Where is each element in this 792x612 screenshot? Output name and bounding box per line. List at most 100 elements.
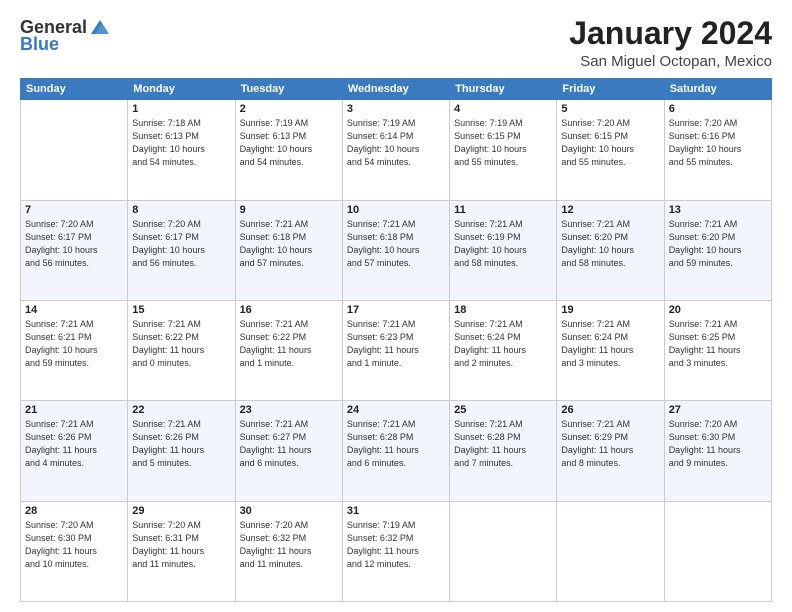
day-number: 3 xyxy=(347,103,445,115)
day-info: Sunrise: 7:21 AMSunset: 6:28 PMDaylight:… xyxy=(454,418,552,470)
day-info: Sunrise: 7:21 AMSunset: 6:18 PMDaylight:… xyxy=(347,218,445,270)
table-cell: 18 Sunrise: 7:21 AMSunset: 6:24 PMDayligh… xyxy=(450,300,557,400)
day-number: 31 xyxy=(347,505,445,517)
table-cell: 4 Sunrise: 7:19 AMSunset: 6:15 PMDaylight… xyxy=(450,100,557,200)
table-cell: 9Sunrise: 7:21 AMSunset: 6:18 PMDaylight… xyxy=(235,200,342,300)
day-info: Sunrise: 7:21 AMSunset: 6:20 PMDaylight:… xyxy=(669,218,767,270)
day-info: Sunrise: 7:20 AMSunset: 6:16 PMDaylight:… xyxy=(669,117,767,169)
table-cell xyxy=(21,100,128,200)
day-info: Sunrise: 7:21 AMSunset: 6:26 PMDaylight:… xyxy=(25,418,123,470)
day-info: Sunrise: 7:20 AMSunset: 6:30 PMDaylight:… xyxy=(669,418,767,470)
day-number: 15 xyxy=(132,304,230,316)
day-number: 8 xyxy=(132,204,230,216)
table-cell: 2 Sunrise: 7:19 AMSunset: 6:13 PMDaylight… xyxy=(235,100,342,200)
day-number: 26 xyxy=(561,404,659,416)
day-info: Sunrise: 7:19 AMSunset: 6:13 PMDaylight:… xyxy=(240,117,338,169)
day-info: Sunrise: 7:19 AMSunset: 6:14 PMDaylight:… xyxy=(347,117,445,169)
table-cell: 23 Sunrise: 7:21 AMSunset: 6:27 PMDayligh… xyxy=(235,401,342,501)
day-number: 25 xyxy=(454,404,552,416)
table-cell: 5 Sunrise: 7:20 AMSunset: 6:15 PMDaylight… xyxy=(557,100,664,200)
day-number: 1 xyxy=(132,103,230,115)
title-area: January 2024 San Miguel Octopan, Mexico xyxy=(569,16,772,70)
day-info: Sunrise: 7:21 AMSunset: 6:26 PMDaylight:… xyxy=(132,418,230,470)
table-cell: 17Sunrise: 7:21 AMSunset: 6:23 PMDayligh… xyxy=(342,300,449,400)
day-number: 27 xyxy=(669,404,767,416)
day-info: Sunrise: 7:21 AMSunset: 6:27 PMDaylight:… xyxy=(240,418,338,470)
logo-blue: Blue xyxy=(20,34,59,55)
day-info: Sunrise: 7:21 AMSunset: 6:21 PMDaylight:… xyxy=(25,318,123,370)
table-cell: 20 Sunrise: 7:21 AMSunset: 6:25 PMDayligh… xyxy=(664,300,771,400)
day-number: 2 xyxy=(240,103,338,115)
table-cell: 12 Sunrise: 7:21 AMSunset: 6:20 PMDayligh… xyxy=(557,200,664,300)
logo: General Blue xyxy=(20,16,111,55)
header: General Blue January 2024 San Miguel Oct… xyxy=(20,16,772,70)
table-cell: 29Sunrise: 7:20 AMSunset: 6:31 PMDayligh… xyxy=(128,501,235,601)
day-number: 30 xyxy=(240,505,338,517)
day-info: Sunrise: 7:21 AMSunset: 6:20 PMDaylight:… xyxy=(561,218,659,270)
day-info: Sunrise: 7:21 AMSunset: 6:25 PMDaylight:… xyxy=(669,318,767,370)
col-saturday: Saturday xyxy=(664,79,771,100)
day-info: Sunrise: 7:20 AMSunset: 6:17 PMDaylight:… xyxy=(25,218,123,270)
day-info: Sunrise: 7:20 AMSunset: 6:17 PMDaylight:… xyxy=(132,218,230,270)
table-cell: 30 Sunrise: 7:20 AMSunset: 6:32 PMDayligh… xyxy=(235,501,342,601)
calendar-row: 21 Sunrise: 7:21 AMSunset: 6:26 PMDayligh… xyxy=(21,401,772,501)
month-title: January 2024 xyxy=(569,16,772,51)
day-info: Sunrise: 7:21 AMSunset: 6:24 PMDaylight:… xyxy=(454,318,552,370)
table-cell: 1 Sunrise: 7:18 AMSunset: 6:13 PMDaylight… xyxy=(128,100,235,200)
col-wednesday: Wednesday xyxy=(342,79,449,100)
table-cell: 14 Sunrise: 7:21 AMSunset: 6:21 PMDayligh… xyxy=(21,300,128,400)
day-info: Sunrise: 7:21 AMSunset: 6:29 PMDaylight:… xyxy=(561,418,659,470)
day-info: Sunrise: 7:20 AMSunset: 6:32 PMDaylight:… xyxy=(240,519,338,571)
day-number: 4 xyxy=(454,103,552,115)
day-number: 20 xyxy=(669,304,767,316)
col-thursday: Thursday xyxy=(450,79,557,100)
day-info: Sunrise: 7:19 AMSunset: 6:15 PMDaylight:… xyxy=(454,117,552,169)
day-number: 11 xyxy=(454,204,552,216)
calendar-row: 1 Sunrise: 7:18 AMSunset: 6:13 PMDaylight… xyxy=(21,100,772,200)
col-sunday: Sunday xyxy=(21,79,128,100)
day-info: Sunrise: 7:18 AMSunset: 6:13 PMDaylight:… xyxy=(132,117,230,169)
calendar-row: 14 Sunrise: 7:21 AMSunset: 6:21 PMDayligh… xyxy=(21,300,772,400)
header-row: Sunday Monday Tuesday Wednesday Thursday… xyxy=(21,79,772,100)
table-cell: 7Sunrise: 7:20 AMSunset: 6:17 PMDaylight… xyxy=(21,200,128,300)
day-info: Sunrise: 7:21 AMSunset: 6:23 PMDaylight:… xyxy=(347,318,445,370)
table-cell xyxy=(664,501,771,601)
table-cell: 19 Sunrise: 7:21 AMSunset: 6:24 PMDayligh… xyxy=(557,300,664,400)
table-cell: 3 Sunrise: 7:19 AMSunset: 6:14 PMDaylight… xyxy=(342,100,449,200)
calendar-row: 7Sunrise: 7:20 AMSunset: 6:17 PMDaylight… xyxy=(21,200,772,300)
table-cell: 22 Sunrise: 7:21 AMSunset: 6:26 PMDayligh… xyxy=(128,401,235,501)
table-cell: 25 Sunrise: 7:21 AMSunset: 6:28 PMDayligh… xyxy=(450,401,557,501)
day-number: 23 xyxy=(240,404,338,416)
logo-icon xyxy=(89,16,111,38)
day-number: 18 xyxy=(454,304,552,316)
day-number: 9 xyxy=(240,204,338,216)
calendar-row: 28Sunrise: 7:20 AMSunset: 6:30 PMDayligh… xyxy=(21,501,772,601)
location-title: San Miguel Octopan, Mexico xyxy=(569,53,772,70)
day-number: 19 xyxy=(561,304,659,316)
day-number: 10 xyxy=(347,204,445,216)
table-cell xyxy=(450,501,557,601)
day-info: Sunrise: 7:21 AMSunset: 6:24 PMDaylight:… xyxy=(561,318,659,370)
col-tuesday: Tuesday xyxy=(235,79,342,100)
day-number: 12 xyxy=(561,204,659,216)
table-cell: 26 Sunrise: 7:21 AMSunset: 6:29 PMDayligh… xyxy=(557,401,664,501)
calendar-table: Sunday Monday Tuesday Wednesday Thursday… xyxy=(20,78,772,602)
table-cell: 31Sunrise: 7:19 AMSunset: 6:32 PMDayligh… xyxy=(342,501,449,601)
day-info: Sunrise: 7:20 AMSunset: 6:15 PMDaylight:… xyxy=(561,117,659,169)
day-number: 21 xyxy=(25,404,123,416)
day-number: 22 xyxy=(132,404,230,416)
table-cell: 16Sunrise: 7:21 AMSunset: 6:22 PMDayligh… xyxy=(235,300,342,400)
page: General Blue January 2024 San Miguel Oct… xyxy=(0,0,792,612)
table-cell: 24Sunrise: 7:21 AMSunset: 6:28 PMDayligh… xyxy=(342,401,449,501)
table-cell: 15Sunrise: 7:21 AMSunset: 6:22 PMDayligh… xyxy=(128,300,235,400)
col-monday: Monday xyxy=(128,79,235,100)
table-cell: 13Sunrise: 7:21 AMSunset: 6:20 PMDayligh… xyxy=(664,200,771,300)
day-number: 14 xyxy=(25,304,123,316)
day-info: Sunrise: 7:21 AMSunset: 6:28 PMDaylight:… xyxy=(347,418,445,470)
table-cell: 10 Sunrise: 7:21 AMSunset: 6:18 PMDayligh… xyxy=(342,200,449,300)
table-cell: 6Sunrise: 7:20 AMSunset: 6:16 PMDaylight… xyxy=(664,100,771,200)
col-friday: Friday xyxy=(557,79,664,100)
day-number: 5 xyxy=(561,103,659,115)
table-cell: 27 Sunrise: 7:20 AMSunset: 6:30 PMDayligh… xyxy=(664,401,771,501)
day-info: Sunrise: 7:20 AMSunset: 6:30 PMDaylight:… xyxy=(25,519,123,571)
